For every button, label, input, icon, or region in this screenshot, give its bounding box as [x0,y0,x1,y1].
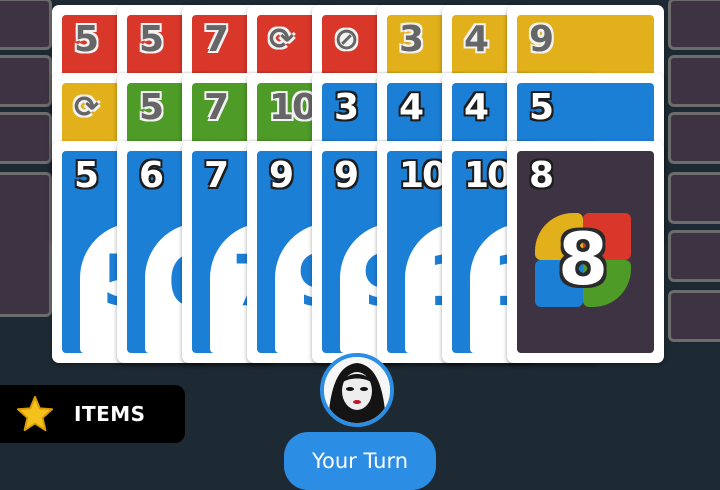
reverse-icon: ⟳ [269,22,294,57]
opponent-card-back [0,172,52,317]
card-value: 4 [399,87,424,128]
card-value: 9 [529,19,554,60]
opponent-card-back [668,112,720,164]
card-value: 10 [399,155,447,196]
card-value: 4 [464,87,489,128]
turn-indicator: Your Turn [284,432,436,490]
card-value: 9 [334,155,359,196]
opponent-card-back [0,112,52,164]
card-value: 9 [269,155,294,196]
card-value: 5 [74,19,99,60]
card-value: 5 [139,19,164,60]
avatar-portrait-icon [324,357,390,423]
card[interactable]: 88 [507,141,664,363]
card-value: 5 [529,87,554,128]
card-center-number: 8 [557,217,609,301]
card-value: 10 [269,87,317,128]
card-value: 7 [204,155,229,196]
opponent-card-back [0,0,52,50]
items-label: ITEMS [74,402,146,426]
card-value: 6 [139,155,164,196]
reverse-icon: ⟳ [74,90,99,125]
card-value: 5 [74,155,99,196]
card-face: 88 [517,151,654,353]
card-value: 3 [399,19,424,60]
opponent-card-back [668,230,720,282]
card-value: 7 [204,87,229,128]
items-button[interactable]: ITEMS [0,385,185,443]
card-value: 8 [529,155,554,196]
player-avatar [320,353,394,427]
card-value: 7 [204,19,229,60]
game-board: 557⟳⊘349⟳57103445556677999911011088 ITEM… [0,0,720,490]
card-value: 3 [334,87,359,128]
star-icon [16,395,54,432]
card-value: 4 [464,19,489,60]
card-value: 5 [139,87,164,128]
opponent-card-back [0,55,52,107]
opponent-card-back [668,0,720,50]
opponent-card-back [668,55,720,107]
card-value: 10 [464,155,512,196]
opponent-card-back [668,172,720,224]
opponent-card-back [668,290,720,342]
skip-icon: ⊘ [334,22,359,57]
